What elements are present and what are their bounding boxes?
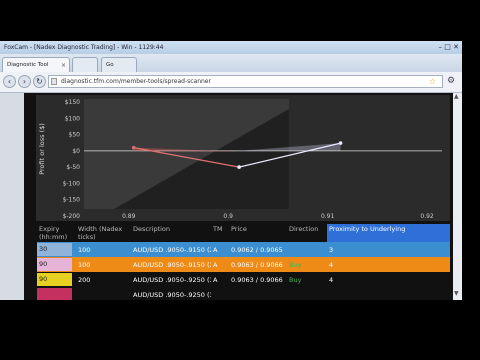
scroll-up-icon[interactable]: ▲ (454, 93, 459, 100)
close-tab-icon[interactable]: × (61, 58, 66, 73)
table-header-row: Expiry (hh:mm) Width (Nadex ticks) Descr… (37, 224, 450, 242)
cell-description: AUD/USD .9050-.9150 (2PM) (133, 260, 211, 269)
series-point (338, 141, 343, 145)
cell-description: AUD/USD .9050-.9150 (2PM) (133, 245, 211, 254)
y-tick-label: $-100 (63, 180, 81, 187)
cell-expiry: 90 (37, 272, 76, 287)
expiry-swatch: 90 (37, 258, 72, 271)
cell-width: 100 (78, 260, 91, 269)
y-tick-label: $100 (65, 115, 80, 122)
header-expiry[interactable]: Expiry (hh:mm) (37, 224, 76, 242)
cell-width (76, 287, 131, 300)
table-row[interactable]: 90 100 AUD/USD .9050-.9150 (2PM)A 0.9063 / … (37, 257, 450, 272)
spreads-table: Expiry (hh:mm) Width (Nadex ticks) Descr… (37, 224, 450, 300)
expiry-swatch: 90 (37, 273, 72, 286)
cell-proximity (327, 287, 450, 300)
cell-tm: A (213, 260, 218, 269)
wrench-icon[interactable]: ⚙ (447, 76, 455, 86)
cell-price: 0.9063 / 0.9066 (231, 275, 283, 284)
cell-price: 0.9062 / 0.9065 (231, 245, 283, 254)
cell-description: AUD/USD .9050-.9250 (3PM) (133, 290, 211, 299)
x-tick-label: 0.89 (122, 213, 136, 220)
table-row[interactable]: AUD/USD .9050-.9250 (3PM) (37, 287, 450, 300)
cell-direction (287, 242, 327, 257)
table-row[interactable]: 90 200 AUD/USD .9050-.9250 (3PM)A 0.9063 / … (37, 272, 450, 287)
cell-proximity: 4 (329, 260, 334, 269)
y-tick-label: $0 (72, 148, 80, 155)
table-row[interactable]: 30 100 AUD/USD .9050-.9150 (2PM)A 0.9062 / … (37, 242, 450, 257)
address-text: diagnostic.tfm.com/member-tools/spread-s… (61, 78, 211, 85)
series-point (237, 165, 241, 169)
header-tm[interactable]: TM (211, 224, 229, 242)
expiry-swatch: 30 (37, 243, 72, 256)
y-tick-label: $-200 (63, 213, 81, 220)
x-tick-label: 0.91 (321, 213, 335, 220)
close-icon[interactable]: ✕ (453, 43, 459, 51)
x-tick-label: 0.9 (223, 213, 233, 220)
title-bar: FoxCam - [Nadex Diagnostic Trading] - Wi… (0, 41, 462, 54)
cell-direction: Buy (289, 260, 302, 269)
y-tick-label: $150 (65, 99, 80, 106)
cell-tm: A (213, 245, 218, 254)
y-axis-label: Profit or loss ($) (38, 123, 46, 175)
tab-empty[interactable] (72, 57, 98, 72)
cell-price: 0.9063 / 0.9066 (231, 260, 283, 269)
cell-width: 200 (78, 275, 91, 284)
tab-diagnostic-tool[interactable]: Diagnostic Tool (Diagn... × (2, 57, 70, 83)
cell-direction: Buy (289, 275, 302, 284)
cell-expiry: 30 (37, 242, 76, 257)
header-price[interactable]: Price (229, 224, 287, 242)
y-tick-label: $-150 (63, 197, 81, 204)
back-icon[interactable]: ‹ (3, 75, 16, 88)
expiry-swatch (37, 288, 72, 300)
scroll-down-icon[interactable]: ▼ (454, 290, 459, 297)
window-title: FoxCam - [Nadex Diagnostic Trading] - Wi… (4, 44, 164, 51)
header-description[interactable]: Description (131, 224, 211, 242)
cell-expiry: 90 (37, 257, 76, 272)
cell-proximity: 4 (329, 275, 334, 284)
tab-label: Go (106, 62, 114, 68)
cell-direction (287, 287, 327, 300)
minimize-icon[interactable]: – (439, 43, 443, 51)
maximize-icon[interactable]: □ (444, 43, 451, 51)
cell-price (229, 287, 287, 300)
video-letterbox-bottom (0, 300, 480, 360)
browser-window: FoxCam - [Nadex Diagnostic Trading] - Wi… (0, 41, 462, 300)
cell-description: AUD/USD .9050-.9250 (3PM) (133, 275, 211, 284)
y-tick-label: $-50 (66, 164, 80, 171)
cell-expiry (37, 287, 76, 300)
navigation-bar: ‹ › ↻ diagnostic.tfm.com/member-tools/sp… (0, 72, 462, 93)
payoff-chart: $150 $100 $50 $0 $-50 $-100 $-150 $-200 0.89 0.9 0… (38, 99, 442, 220)
cell-tm (211, 287, 229, 300)
x-tick-label: 0.92 (420, 213, 434, 220)
header-proximity[interactable]: Proximity to Underlying (327, 224, 450, 242)
spread-scanner-panel: $150 $100 $50 $0 $-50 $-100 $-150 $-200 0.89 0.9 0… (24, 93, 454, 300)
forward-icon[interactable]: › (18, 75, 31, 88)
video-letterbox-top (0, 0, 480, 41)
address-bar[interactable]: diagnostic.tfm.com/member-tools/spread-s… (48, 75, 443, 88)
header-direction[interactable]: Direction (287, 224, 327, 242)
window-controls: – □ ✕ (439, 43, 459, 52)
bookmark-star-icon[interactable]: ☆ (429, 76, 436, 87)
cell-width: 100 (78, 245, 91, 254)
tab-go[interactable]: Go (101, 57, 137, 72)
y-tick-label: $50 (69, 132, 81, 139)
scrollbar[interactable]: ▲ ▼ (453, 93, 462, 300)
cell-tm: A (213, 275, 218, 284)
tab-strip: Diagnostic Tool (Diagn... × Go (0, 54, 462, 83)
header-width[interactable]: Width (Nadex ticks) (76, 224, 131, 242)
cell-proximity: 3 (329, 245, 334, 254)
series-point (131, 145, 136, 150)
page-icon (51, 78, 57, 85)
reload-icon[interactable]: ↻ (33, 75, 46, 88)
